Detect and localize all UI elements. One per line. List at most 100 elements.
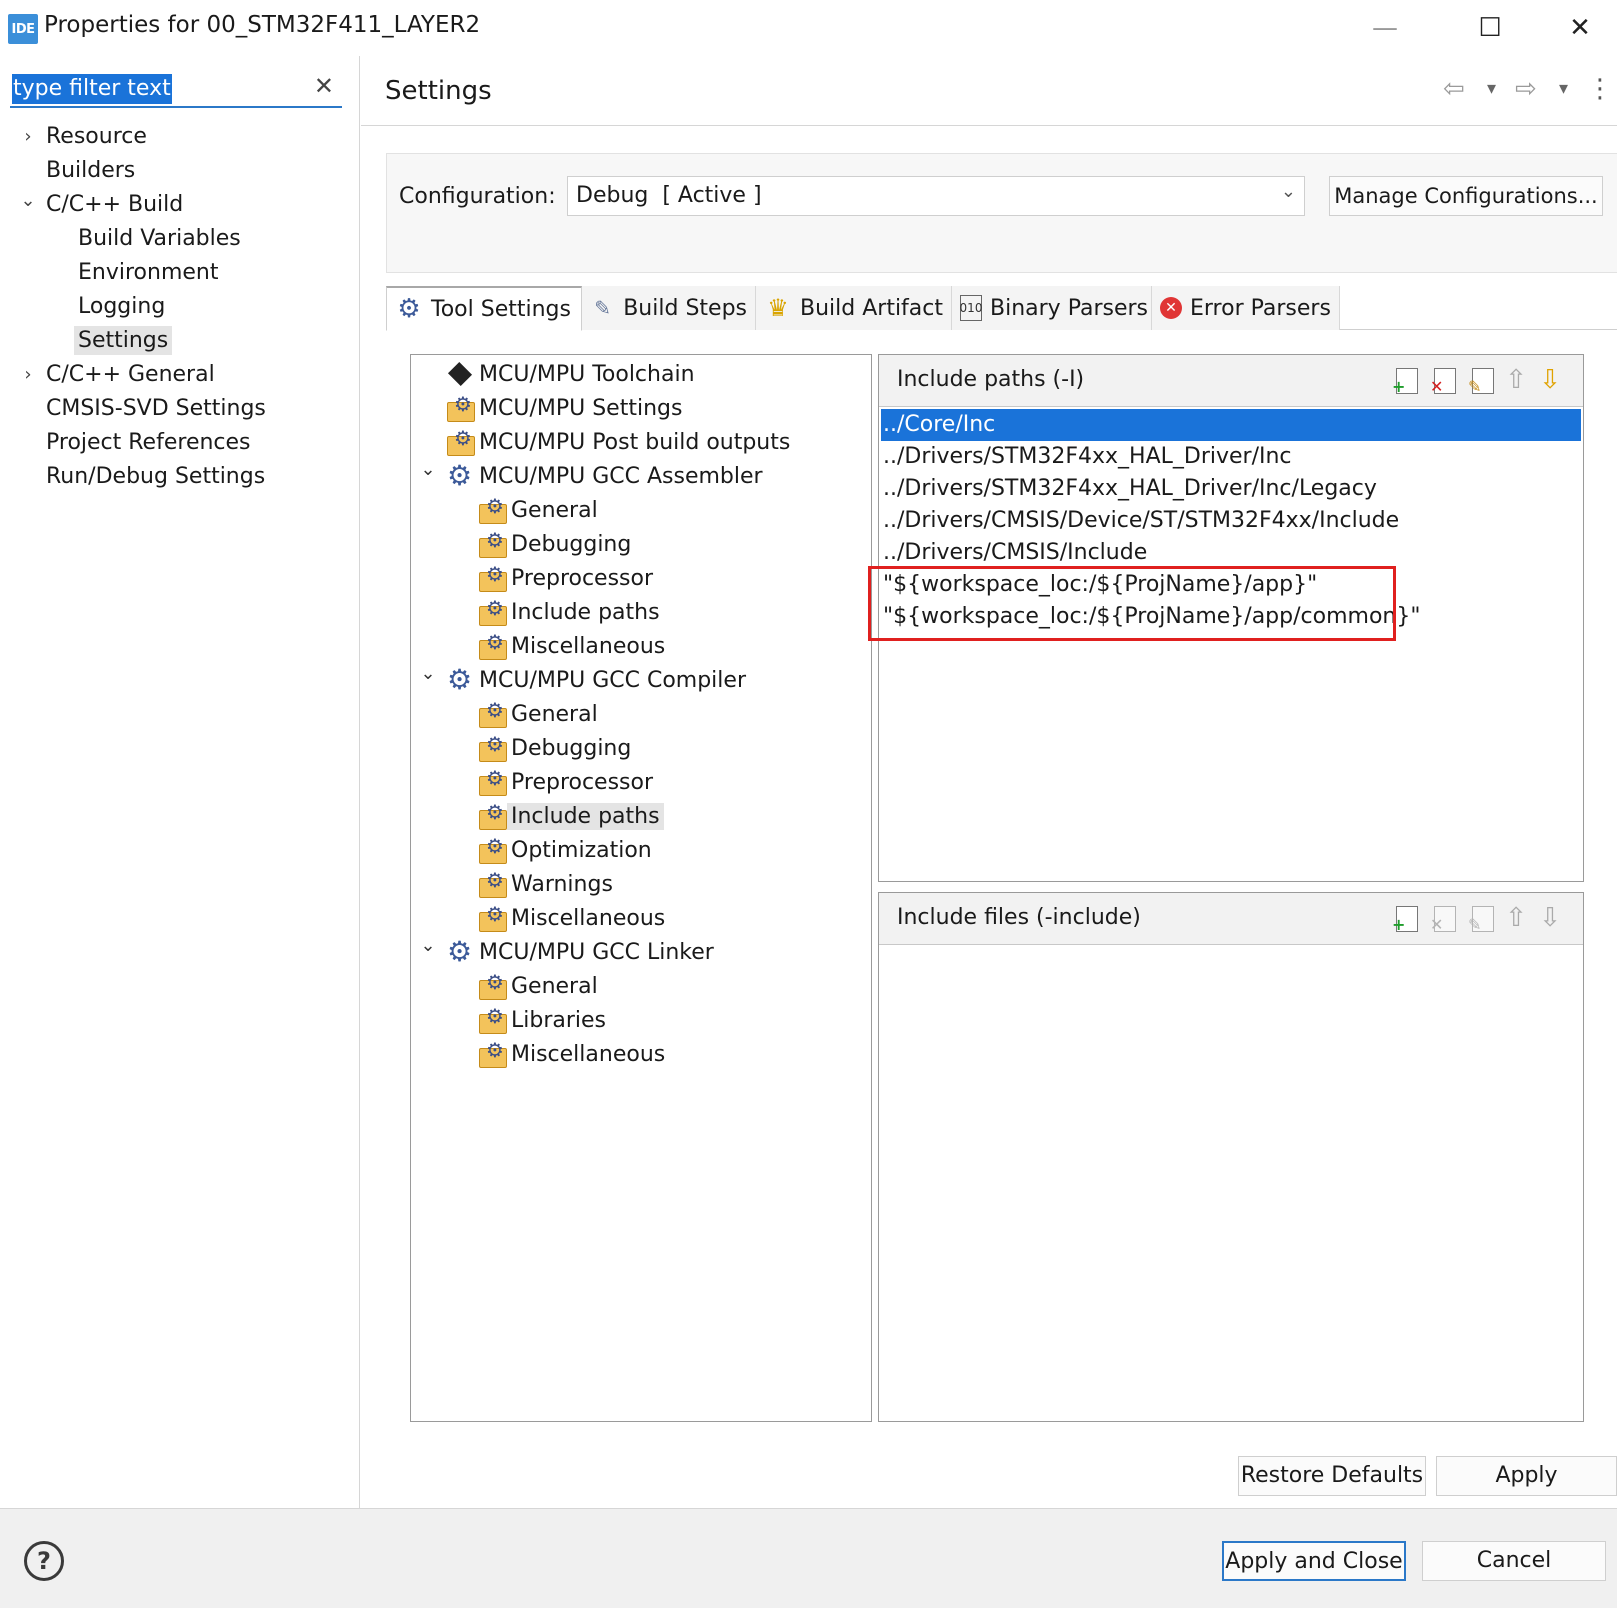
cancel-button[interactable]: Cancel: [1422, 1541, 1606, 1581]
tree-item-post-build[interactable]: MCU/MPU Post build outputs: [445, 425, 790, 459]
delete-badge: ✕: [1430, 377, 1444, 396]
forward-dropdown-icon[interactable]: ▾: [1559, 78, 1568, 99]
include-paths-header: Include paths (-I) + ✕ ✎ ⇧ ⇩: [879, 355, 1583, 407]
move-down-icon[interactable]: ⇩: [1535, 903, 1565, 933]
tree-item-cc-debugging[interactable]: Debugging: [477, 731, 631, 765]
tree-item-asm-include-paths[interactable]: Include paths: [477, 595, 660, 629]
include-files-panel: Include files (-include) + ✕ ✎ ⇧ ⇩: [878, 892, 1584, 1422]
nav-item-cmsis-svd[interactable]: CMSIS-SVD Settings: [46, 392, 266, 426]
tab-build-steps[interactable]: ✎ Build Steps: [582, 286, 756, 330]
tree-item-label: Preprocessor: [511, 769, 654, 795]
delete-badge: ✕: [1430, 915, 1444, 934]
highlight-annotation-box: [868, 566, 1396, 641]
nav-item-settings[interactable]: Settings: [74, 324, 173, 358]
tree-item-linker[interactable]: MCU/MPU GCC Linker: [445, 935, 714, 969]
nav-item-build-variables[interactable]: Build Variables: [78, 222, 241, 256]
tab-binary-parsers[interactable]: 010 Binary Parsers: [952, 286, 1152, 330]
chevron-right-icon[interactable]: ›: [18, 120, 38, 154]
tree-item-assembler[interactable]: MCU/MPU GCC Assembler: [445, 459, 763, 493]
chevron-down-icon[interactable]: ⌄: [417, 459, 439, 480]
tree-item-label: Miscellaneous: [511, 1041, 666, 1067]
settings-folder-icon: [477, 1004, 507, 1034]
include-path-row[interactable]: ../Drivers/STM32F4xx_HAL_Driver/Inc: [881, 441, 1292, 473]
settings-folder-icon: [477, 732, 507, 762]
nav-item-environment[interactable]: Environment: [78, 256, 218, 290]
tree-item-asm-general[interactable]: General: [477, 493, 598, 527]
trophy-icon: ♛: [767, 294, 789, 322]
tree-item-toolchain[interactable]: MCU/MPU Toolchain: [445, 357, 695, 391]
move-up-icon[interactable]: ⇧: [1501, 903, 1531, 933]
add-path-icon[interactable]: +: [1391, 365, 1421, 396]
include-path-row[interactable]: ../Drivers/CMSIS/Include: [881, 537, 1147, 569]
tab-build-artifact[interactable]: ♛ Build Artifact: [756, 286, 952, 330]
tree-item-cc-preprocessor[interactable]: Preprocessor: [477, 765, 653, 799]
clear-filter-icon[interactable]: ✕: [314, 72, 334, 100]
tree-item-cc-warnings[interactable]: Warnings: [477, 867, 613, 901]
tree-item-label: Miscellaneous: [511, 633, 666, 659]
settings-folder-icon: [477, 494, 507, 524]
delete-file-icon[interactable]: ✕: [1429, 903, 1459, 934]
apply-button[interactable]: Apply: [1436, 1456, 1617, 1496]
configuration-select[interactable]: Debug [ Active ] ⌄: [567, 176, 1305, 216]
nav-item-label: Builders: [46, 158, 136, 183]
include-path-row[interactable]: ../Drivers/STM32F4xx_HAL_Driver/Inc/Lega…: [881, 473, 1377, 505]
tab-error-parsers[interactable]: ✕ Error Parsers: [1152, 286, 1340, 330]
binary-icon: 010: [960, 295, 982, 321]
tree-item-asm-debugging[interactable]: Debugging: [477, 527, 631, 561]
filter-text: type filter text: [12, 74, 172, 104]
tree-item-cc-optimization[interactable]: Optimization: [477, 833, 652, 867]
include-path-row[interactable]: ../Drivers/CMSIS/Device/ST/STM32F4xx/Inc…: [881, 505, 1399, 537]
nav-item-builders[interactable]: Builders: [46, 154, 135, 188]
nav-item-project-references[interactable]: Project References: [46, 426, 251, 460]
maximize-button[interactable]: ☐: [1445, 0, 1535, 56]
configuration-value: Debug [ Active ]: [576, 183, 762, 208]
include-files-header: Include files (-include) + ✕ ✎ ⇧ ⇩: [879, 893, 1583, 945]
chevron-down-icon[interactable]: ⌄: [417, 663, 439, 684]
forward-icon[interactable]: ⇨: [1515, 74, 1537, 104]
back-icon[interactable]: ⇦: [1443, 74, 1465, 104]
tree-item-label: Include paths: [507, 802, 664, 830]
tree-item-compiler[interactable]: MCU/MPU GCC Compiler: [445, 663, 746, 697]
tree-item-mcu-settings[interactable]: MCU/MPU Settings: [445, 391, 682, 425]
close-window-button[interactable]: ✕: [1535, 0, 1617, 56]
chevron-down-icon[interactable]: ⌄: [417, 935, 439, 956]
move-down-icon[interactable]: ⇩: [1535, 365, 1565, 395]
delete-path-icon[interactable]: ✕: [1429, 365, 1459, 396]
nav-item-label: C/C++ Build: [46, 192, 184, 217]
settings-folder-icon: [477, 766, 507, 796]
tree-item-cc-general[interactable]: General: [477, 697, 598, 731]
back-dropdown-icon[interactable]: ▾: [1487, 78, 1496, 99]
tree-item-label: MCU/MPU GCC Compiler: [479, 667, 746, 693]
apply-and-close-button[interactable]: Apply and Close: [1222, 1541, 1406, 1581]
restore-defaults-button[interactable]: Restore Defaults: [1238, 1456, 1426, 1496]
tree-item-cc-include-paths[interactable]: Include paths: [477, 799, 664, 833]
tree-item-label: General: [511, 701, 598, 727]
tree-item-asm-miscellaneous[interactable]: Miscellaneous: [477, 629, 665, 663]
chevron-right-icon[interactable]: ›: [18, 358, 38, 392]
help-icon[interactable]: ?: [24, 1541, 64, 1581]
nav-item-label: Run/Debug Settings: [46, 464, 266, 489]
add-file-icon[interactable]: +: [1391, 903, 1421, 934]
include-path-row[interactable]: ../Core/Inc: [881, 409, 1581, 441]
nav-item-label: Settings: [74, 326, 173, 355]
nav-item-logging[interactable]: Logging: [78, 290, 165, 324]
chevron-down-icon[interactable]: ⌄: [18, 184, 38, 218]
tree-item-ld-miscellaneous[interactable]: Miscellaneous: [477, 1037, 665, 1071]
tree-item-asm-preprocessor[interactable]: Preprocessor: [477, 561, 653, 595]
edit-path-icon[interactable]: ✎: [1467, 365, 1497, 396]
move-up-icon[interactable]: ⇧: [1501, 365, 1531, 395]
manage-configurations-button[interactable]: Manage Configurations...: [1329, 176, 1603, 216]
minimize-button[interactable]: —: [1340, 0, 1430, 56]
tab-tool-settings[interactable]: ⚙ Tool Settings: [386, 286, 582, 331]
tree-item-ld-general[interactable]: General: [477, 969, 598, 1003]
tree-item-cc-miscellaneous[interactable]: Miscellaneous: [477, 901, 665, 935]
tree-item-label: Warnings: [511, 871, 613, 897]
tree-item-ld-libraries[interactable]: Libraries: [477, 1003, 606, 1037]
tree-item-label: MCU/MPU Settings: [479, 395, 683, 421]
edit-file-icon[interactable]: ✎: [1467, 903, 1497, 934]
view-menu-icon[interactable]: ⋮: [1587, 74, 1613, 104]
settings-folder-icon: [445, 426, 475, 456]
settings-folder-icon: [477, 562, 507, 592]
filter-input[interactable]: type filter text ✕: [10, 72, 342, 108]
nav-item-run-debug[interactable]: Run/Debug Settings: [46, 460, 265, 494]
